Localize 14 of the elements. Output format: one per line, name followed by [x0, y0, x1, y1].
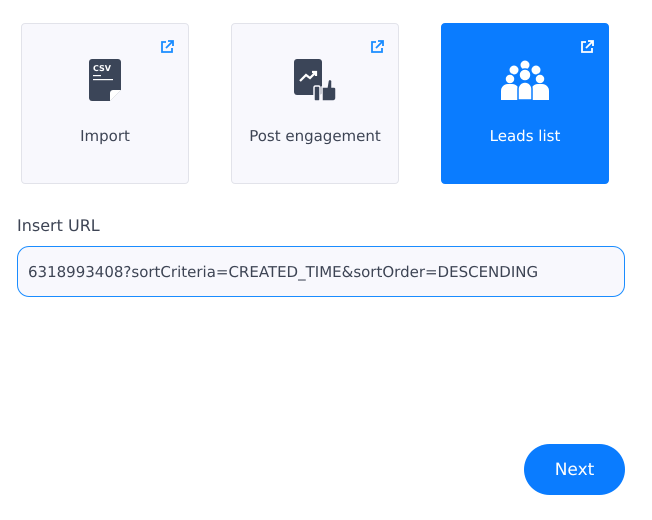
- csv-file-icon: CSV: [89, 59, 121, 101]
- card-label: Import: [80, 127, 130, 145]
- source-card[interactable]: Post engagement: [231, 23, 399, 184]
- source-card[interactable]: CSV Import: [21, 23, 189, 184]
- card-label: Leads list: [490, 127, 560, 145]
- external-link-icon[interactable]: [370, 40, 384, 54]
- field-label: Insert URL: [17, 216, 101, 235]
- external-link-icon[interactable]: [160, 40, 174, 54]
- url-input-field[interactable]: 6318993408?sortCriteria=CREATED_TIME&sortOrder=DESCENDING: [17, 246, 625, 297]
- people-group-icon: [501, 59, 549, 101]
- chart-thumbs-up-icon: [294, 59, 336, 101]
- card-label: Post engagement: [249, 127, 381, 145]
- next-button[interactable]: Next: [524, 444, 625, 495]
- source-card[interactable]: Leads list: [441, 23, 609, 184]
